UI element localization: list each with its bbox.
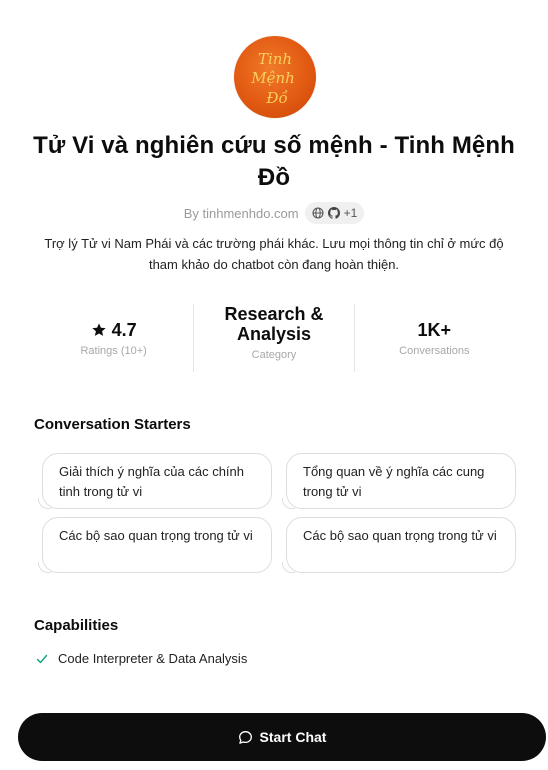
star-icon [91, 323, 106, 336]
stats-row: 4.7 Ratings (10+) Research & Analysis Ca… [34, 304, 514, 372]
rating-value: 4.7 [111, 320, 137, 340]
category-value: Research & Analysis [224, 304, 324, 344]
gpt-description: Trợ lý Tử vi Nam Phái và các trường phái… [44, 236, 504, 272]
links-chip[interactable]: +1 [304, 202, 365, 224]
starters-heading: Conversation Starters [34, 416, 191, 433]
stat-category: Research & Analysis Category [193, 304, 353, 372]
more-links-count: +1 [343, 206, 358, 220]
stat-conversations: 1K+ Conversations [353, 304, 514, 372]
start-chat-label: Start Chat [259, 729, 327, 745]
starter-card[interactable]: Tổng quan về ý nghĩa các cung trong tử v… [282, 453, 516, 509]
capability-item: Code Interpreter & Data Analysis [36, 651, 247, 666]
capability-label: Code Interpreter & Data Analysis [58, 651, 248, 666]
conversations-label: Conversations [399, 345, 470, 357]
stat-rating: 4.7 Ratings (10+) [34, 304, 193, 372]
byline: By tinhmenhdo.com +1 [0, 202, 548, 224]
capabilities-heading: Capabilities [34, 617, 119, 634]
gpt-logo: Tinh Mệnh Đồ [234, 36, 316, 118]
logo-line-3: Đồ [265, 89, 287, 107]
check-icon [36, 654, 48, 663]
starter-card[interactable]: Giải thích ý nghĩa của các chính tinh tr… [38, 453, 272, 509]
logo-line-1: Tinh [258, 50, 292, 68]
chat-bubble-icon [238, 730, 252, 744]
gpt-title: Tử Vi và nghiên cứu số mệnh - Tinh Mệnh … [33, 132, 515, 191]
author-link[interactable]: By tinhmenhdo.com [184, 206, 299, 221]
start-chat-button[interactable]: Start Chat [18, 713, 546, 761]
conversations-value: 1K+ [417, 320, 452, 340]
category-label: Category [251, 349, 297, 361]
globe-icon [312, 207, 324, 219]
starter-card[interactable]: Các bộ sao quan trọng trong tử vi [282, 517, 516, 573]
logo-line-2: Mệnh [250, 69, 295, 87]
starter-card[interactable]: Các bộ sao quan trọng trong tử vi [38, 517, 272, 573]
rating-label: Ratings (10+) [80, 345, 147, 357]
github-icon [327, 207, 340, 219]
